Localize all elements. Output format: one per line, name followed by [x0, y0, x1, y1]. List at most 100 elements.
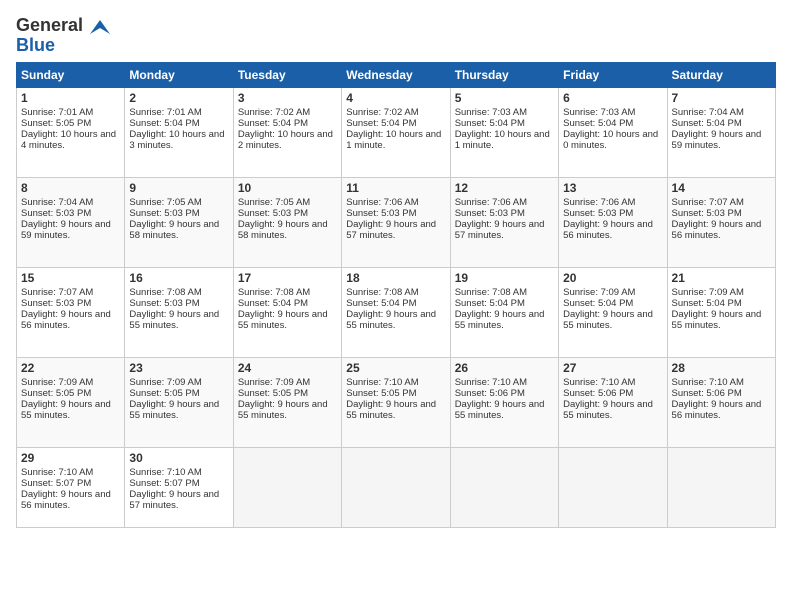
sunrise-label: Sunrise: 7:09 AM [563, 287, 635, 298]
sunrise-label: Sunrise: 7:10 AM [21, 467, 93, 478]
sunrise-label: Sunrise: 7:07 AM [672, 197, 744, 208]
calendar-cell: 28Sunrise: 7:10 AMSunset: 5:06 PMDayligh… [667, 358, 775, 448]
calendar-cell: 12Sunrise: 7:06 AMSunset: 5:03 PMDayligh… [450, 178, 558, 268]
daylight-label: Daylight: 9 hours and 59 minutes. [672, 129, 762, 151]
day-number: 1 [21, 91, 120, 105]
header-day-thursday: Thursday [450, 63, 558, 88]
header-day-friday: Friday [559, 63, 667, 88]
daylight-label: Daylight: 9 hours and 55 minutes. [238, 399, 328, 421]
sunset-label: Sunset: 5:04 PM [455, 298, 525, 309]
day-number: 25 [346, 361, 445, 375]
page-container: General Blue SundayMondayTuesdayWednesda… [16, 16, 776, 528]
day-number: 5 [455, 91, 554, 105]
calendar-cell: 9Sunrise: 7:05 AMSunset: 5:03 PMDaylight… [125, 178, 233, 268]
week-row-5: 29Sunrise: 7:10 AMSunset: 5:07 PMDayligh… [17, 448, 776, 528]
daylight-label: Daylight: 9 hours and 55 minutes. [455, 309, 545, 331]
calendar-cell: 29Sunrise: 7:10 AMSunset: 5:07 PMDayligh… [17, 448, 125, 528]
day-number: 20 [563, 271, 662, 285]
header-day-tuesday: Tuesday [233, 63, 341, 88]
calendar-cell: 27Sunrise: 7:10 AMSunset: 5:06 PMDayligh… [559, 358, 667, 448]
daylight-label: Daylight: 10 hours and 3 minutes. [129, 129, 224, 151]
day-number: 8 [21, 181, 120, 195]
sunrise-label: Sunrise: 7:02 AM [346, 107, 418, 118]
sunset-label: Sunset: 5:07 PM [129, 478, 199, 489]
day-number: 19 [455, 271, 554, 285]
header-day-wednesday: Wednesday [342, 63, 450, 88]
sunset-label: Sunset: 5:05 PM [238, 388, 308, 399]
daylight-label: Daylight: 9 hours and 56 minutes. [21, 309, 111, 331]
sunrise-label: Sunrise: 7:08 AM [129, 287, 201, 298]
sunrise-label: Sunrise: 7:08 AM [238, 287, 310, 298]
sunset-label: Sunset: 5:04 PM [563, 298, 633, 309]
sunset-label: Sunset: 5:04 PM [672, 298, 742, 309]
day-number: 23 [129, 361, 228, 375]
daylight-label: Daylight: 10 hours and 0 minutes. [563, 129, 658, 151]
sunset-label: Sunset: 5:04 PM [129, 118, 199, 129]
header: General Blue [16, 16, 776, 54]
daylight-label: Daylight: 10 hours and 1 minute. [346, 129, 441, 151]
day-number: 26 [455, 361, 554, 375]
sunrise-label: Sunrise: 7:03 AM [455, 107, 527, 118]
day-number: 3 [238, 91, 337, 105]
sunset-label: Sunset: 5:03 PM [346, 208, 416, 219]
header-day-monday: Monday [125, 63, 233, 88]
daylight-label: Daylight: 9 hours and 56 minutes. [672, 219, 762, 241]
calendar-cell: 10Sunrise: 7:05 AMSunset: 5:03 PMDayligh… [233, 178, 341, 268]
logo-general: General [16, 15, 83, 35]
week-row-1: 1Sunrise: 7:01 AMSunset: 5:05 PMDaylight… [17, 88, 776, 178]
sunset-label: Sunset: 5:03 PM [129, 208, 199, 219]
daylight-label: Daylight: 9 hours and 55 minutes. [455, 399, 545, 421]
calendar-table: SundayMondayTuesdayWednesdayThursdayFrid… [16, 62, 776, 528]
day-number: 29 [21, 451, 120, 465]
sunrise-label: Sunrise: 7:03 AM [563, 107, 635, 118]
sunset-label: Sunset: 5:04 PM [238, 298, 308, 309]
sunset-label: Sunset: 5:03 PM [21, 208, 91, 219]
calendar-cell [342, 448, 450, 528]
sunrise-label: Sunrise: 7:02 AM [238, 107, 310, 118]
sunset-label: Sunset: 5:04 PM [238, 118, 308, 129]
sunset-label: Sunset: 5:03 PM [563, 208, 633, 219]
day-number: 28 [672, 361, 771, 375]
sunrise-label: Sunrise: 7:10 AM [455, 377, 527, 388]
daylight-label: Daylight: 9 hours and 55 minutes. [21, 399, 111, 421]
calendar-cell [667, 448, 775, 528]
logo: General Blue [16, 16, 110, 54]
calendar-cell: 16Sunrise: 7:08 AMSunset: 5:03 PMDayligh… [125, 268, 233, 358]
daylight-label: Daylight: 9 hours and 56 minutes. [563, 219, 653, 241]
sunrise-label: Sunrise: 7:10 AM [129, 467, 201, 478]
sunrise-label: Sunrise: 7:04 AM [672, 107, 744, 118]
day-number: 14 [672, 181, 771, 195]
header-day-saturday: Saturday [667, 63, 775, 88]
sunset-label: Sunset: 5:03 PM [455, 208, 525, 219]
calendar-cell: 6Sunrise: 7:03 AMSunset: 5:04 PMDaylight… [559, 88, 667, 178]
calendar-cell: 15Sunrise: 7:07 AMSunset: 5:03 PMDayligh… [17, 268, 125, 358]
sunrise-label: Sunrise: 7:06 AM [346, 197, 418, 208]
daylight-label: Daylight: 9 hours and 55 minutes. [672, 309, 762, 331]
sunrise-label: Sunrise: 7:09 AM [129, 377, 201, 388]
sunset-label: Sunset: 5:04 PM [346, 118, 416, 129]
sunset-label: Sunset: 5:05 PM [21, 388, 91, 399]
day-number: 27 [563, 361, 662, 375]
week-row-4: 22Sunrise: 7:09 AMSunset: 5:05 PMDayligh… [17, 358, 776, 448]
sunset-label: Sunset: 5:04 PM [563, 118, 633, 129]
sunrise-label: Sunrise: 7:10 AM [346, 377, 418, 388]
calendar-cell [559, 448, 667, 528]
day-number: 4 [346, 91, 445, 105]
daylight-label: Daylight: 10 hours and 2 minutes. [238, 129, 333, 151]
daylight-label: Daylight: 9 hours and 55 minutes. [129, 309, 219, 331]
calendar-cell: 1Sunrise: 7:01 AMSunset: 5:05 PMDaylight… [17, 88, 125, 178]
day-number: 11 [346, 181, 445, 195]
header-day-sunday: Sunday [17, 63, 125, 88]
calendar-cell: 17Sunrise: 7:08 AMSunset: 5:04 PMDayligh… [233, 268, 341, 358]
sunrise-label: Sunrise: 7:09 AM [21, 377, 93, 388]
calendar-cell: 18Sunrise: 7:08 AMSunset: 5:04 PMDayligh… [342, 268, 450, 358]
sunset-label: Sunset: 5:03 PM [238, 208, 308, 219]
daylight-label: Daylight: 9 hours and 57 minutes. [455, 219, 545, 241]
sunrise-label: Sunrise: 7:09 AM [672, 287, 744, 298]
calendar-cell: 4 Sunrise: 7:02 AMSunset: 5:04 PMDaylight… [342, 88, 450, 178]
logo-blue: Blue [16, 36, 55, 54]
day-number: 18 [346, 271, 445, 285]
calendar-cell: 20Sunrise: 7:09 AMSunset: 5:04 PMDayligh… [559, 268, 667, 358]
daylight-label: Daylight: 9 hours and 55 minutes. [346, 399, 436, 421]
sunrise-label: Sunrise: 7:06 AM [563, 197, 635, 208]
